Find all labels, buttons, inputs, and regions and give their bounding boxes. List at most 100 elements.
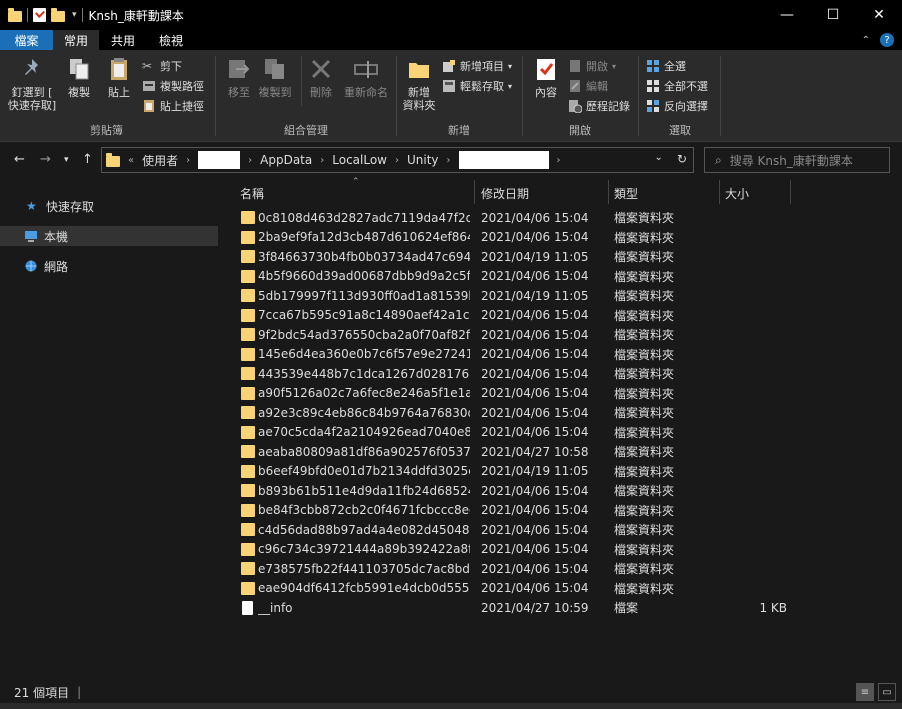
breadcrumb-unity[interactable]: Unity xyxy=(407,153,439,167)
recent-locations-chevron-down-icon[interactable]: ▾ xyxy=(64,155,69,165)
close-button[interactable]: ✕ xyxy=(856,0,902,30)
delete-button[interactable]: 刪除 xyxy=(305,56,337,99)
pin-quick-access-button[interactable]: 釘選到 [ 快速存取] xyxy=(6,56,58,112)
tab-home[interactable]: 常用 xyxy=(53,30,99,50)
breadcrumb-appdata[interactable]: AppData xyxy=(260,153,312,167)
sidebar-item-network[interactable]: 網路 xyxy=(0,256,218,276)
column-size[interactable]: 大小 xyxy=(725,185,749,202)
new-group: 新增 資料夾 新增項目 ▾ 輕鬆存取 ▾ 新增 xyxy=(398,50,520,142)
file-list-row[interactable]: 4b5f9660d39ad00687dbb9d9a2c5f936 2021/04/… xyxy=(232,267,892,286)
move-to-button[interactable]: 移至 xyxy=(221,56,257,99)
file-list-row[interactable]: be84f3cbb872cb2c0f4671fcbccc8ece 2021/04/… xyxy=(232,501,892,520)
customize-toolbar-chevron-down-icon[interactable]: ▾ xyxy=(72,10,77,20)
properties-icon[interactable] xyxy=(33,8,46,22)
file-name: 3f84663730b4fb0b03734ad47c69487e xyxy=(258,249,470,264)
edit-button[interactable]: 編輯 xyxy=(568,77,608,95)
tab-share[interactable]: 共用 xyxy=(99,30,147,50)
up-arrow-icon[interactable]: ↑ xyxy=(82,152,93,167)
easy-access-button[interactable]: 輕鬆存取 ▾ xyxy=(442,77,512,95)
file-list-row[interactable]: 3f84663730b4fb0b03734ad47c69487e 2021/04/… xyxy=(232,247,892,266)
new-folder-button[interactable]: 新增 資料夾 xyxy=(398,56,440,112)
forward-arrow-icon[interactable]: → xyxy=(40,152,51,167)
address-history-chevron-down-icon[interactable]: ⌄ xyxy=(655,152,663,166)
paste-button[interactable]: 貼上 xyxy=(102,56,136,99)
chevron-right-icon[interactable]: › xyxy=(248,155,252,166)
column-name[interactable]: 名稱 xyxy=(240,185,264,202)
folder-icon xyxy=(241,464,255,478)
organize-group: 移至 複製到 刪除 重新命名 組合管理 xyxy=(217,50,395,142)
column-divider[interactable] xyxy=(474,180,475,204)
column-divider[interactable] xyxy=(719,180,720,204)
column-type[interactable]: 類型 xyxy=(614,185,638,202)
tab-view[interactable]: 檢視 xyxy=(147,30,195,50)
file-list-row[interactable]: 7cca67b595c91a8c14890aef42a1c407 2021/04/… xyxy=(232,306,892,325)
invert-selection-button[interactable]: 反向選擇 xyxy=(646,97,708,115)
group-label-open: 開啟 xyxy=(569,124,591,137)
file-list-row[interactable]: ae70c5cda4f2a2104926ead7040e83b6 2021/04/… xyxy=(232,423,892,442)
help-icon[interactable]: ? xyxy=(880,33,894,47)
properties-button[interactable]: 內容 xyxy=(528,56,564,99)
file-list-row[interactable]: b6eef49bfd0e01d7b2134ddfd3025c28 2021/04/… xyxy=(232,462,892,481)
modified-date: 2021/04/06 15:04 xyxy=(481,483,589,498)
new-item-button[interactable]: 新增項目 ▾ xyxy=(442,57,512,75)
file-list-row[interactable]: b893b61b511e4d9da11fb24d685241... 2021/04… xyxy=(232,481,892,500)
rename-button[interactable]: 重新命名 xyxy=(341,56,391,99)
file-type: 檔案資料夾 xyxy=(614,230,675,245)
history-button[interactable]: 歷程記錄 xyxy=(568,97,630,115)
copy-path-button[interactable]: 複製路徑 xyxy=(142,77,204,95)
file-list-row[interactable]: 5db179997f113d930ff0ad1a81539b70 2021/04/… xyxy=(232,286,892,305)
file-list-row[interactable]: c96c734c39721444a89b392422a8f53c 2021/04/… xyxy=(232,540,892,559)
cut-button[interactable]: ✂ 剪下 xyxy=(142,57,182,75)
details-view-icon[interactable]: ≡ xyxy=(856,683,874,701)
navigation-pane: ★ 快速存取 本機 網路 xyxy=(0,184,219,681)
sidebar-item-this-pc[interactable]: 本機 xyxy=(0,226,218,246)
file-type: 檔案資料夾 xyxy=(614,211,675,225)
file-list-row[interactable]: a92e3c89c4eb86c84b9764a76830ddc0 2021/04/… xyxy=(232,403,892,422)
maximize-button[interactable]: ☐ xyxy=(810,0,856,30)
tab-file[interactable]: 檔案 xyxy=(0,30,53,50)
modified-date: 2021/04/27 10:58 xyxy=(481,444,589,459)
breadcrumb-locallow[interactable]: LocalLow xyxy=(332,153,387,167)
chevron-right-icon[interactable]: › xyxy=(447,155,451,166)
file-list-row[interactable]: c4d56dad88b97ad4a4e082d4504812... 2021/04… xyxy=(232,520,892,539)
new-folder-icon[interactable] xyxy=(51,7,65,22)
minimize-button[interactable]: — xyxy=(764,0,810,30)
file-list-row[interactable]: 9f2bdc54ad376550cba2a0f70af82f45... 2021/… xyxy=(232,325,892,344)
chevron-right-icon[interactable]: › xyxy=(557,155,561,166)
copy-to-button[interactable]: 複製到 xyxy=(255,56,295,99)
column-date[interactable]: 修改日期 xyxy=(481,185,529,202)
overflow-chevron-icon[interactable]: « xyxy=(128,155,134,166)
breadcrumb-users[interactable]: 使用者 xyxy=(142,152,178,169)
file-list-row[interactable]: e738575fb22f441103705dc7ac8bdf3c 2021/04/… xyxy=(232,559,892,578)
select-none-button[interactable]: 全部不選 xyxy=(646,77,708,95)
file-list-row[interactable]: a90f5126a02c7a6fec8e246a5f1e1a5c 2021/04/… xyxy=(232,384,892,403)
open-button[interactable]: 開啟 ▾ xyxy=(568,57,616,75)
copy-button[interactable]: 複製 xyxy=(62,56,96,99)
select-all-button[interactable]: 全選 xyxy=(646,57,686,75)
file-list-row[interactable]: aeaba80809a81df86a902576f0537948 2021/04/… xyxy=(232,442,892,461)
column-divider[interactable] xyxy=(608,180,609,204)
chevron-right-icon[interactable]: › xyxy=(395,155,399,166)
file-list-row[interactable]: 145e6d4ea360e0b7c6f57e9e27241613 2021/04/… xyxy=(232,345,892,364)
large-icons-view-icon[interactable]: ▭ xyxy=(878,683,896,701)
status-bar: 21 個項目 | xyxy=(0,681,902,703)
back-arrow-icon[interactable]: ← xyxy=(14,152,25,167)
file-list-row[interactable]: 443539e448b7c1dca1267d028176b46c 2021/04/… xyxy=(232,364,892,383)
file-list-row[interactable]: 2ba9ef9fa12d3cb487d610624ef864a2 2021/04/… xyxy=(232,228,892,247)
column-divider[interactable] xyxy=(790,180,791,204)
address-bar[interactable]: « 使用者 › › AppData › LocalLow › Unity › ›… xyxy=(101,147,694,173)
chevron-right-icon[interactable]: › xyxy=(320,155,324,166)
file-list-row[interactable]: 0c8108d463d2827adc7119da47f2d150 2021/04/… xyxy=(232,208,892,227)
sidebar-item-quick-access[interactable]: ★ 快速存取 xyxy=(0,196,218,216)
quick-access-toolbar: ▾ xyxy=(0,0,83,30)
search-box[interactable]: ⌕ 搜尋 Knsh_康軒動課本 xyxy=(704,147,890,173)
refresh-icon[interactable]: ↻ xyxy=(677,152,687,166)
group-label-clipboard: 剪貼簿 xyxy=(90,124,123,137)
paste-shortcut-button[interactable]: 貼上捷徑 xyxy=(142,97,204,115)
folder-icon xyxy=(241,581,255,595)
chevron-right-icon[interactable]: › xyxy=(186,155,190,166)
collapse-ribbon-chevron-up-icon[interactable]: ⌃ xyxy=(862,35,870,46)
search-input[interactable]: 搜尋 Knsh_康軒動課本 xyxy=(730,152,853,169)
file-list-row[interactable]: eae904df6412fcb5991e4dcb0d555071 2021/04/… xyxy=(232,579,892,598)
file-list-row[interactable]: __info 2021/04/27 10:59 檔案 1 KB xyxy=(232,598,892,617)
